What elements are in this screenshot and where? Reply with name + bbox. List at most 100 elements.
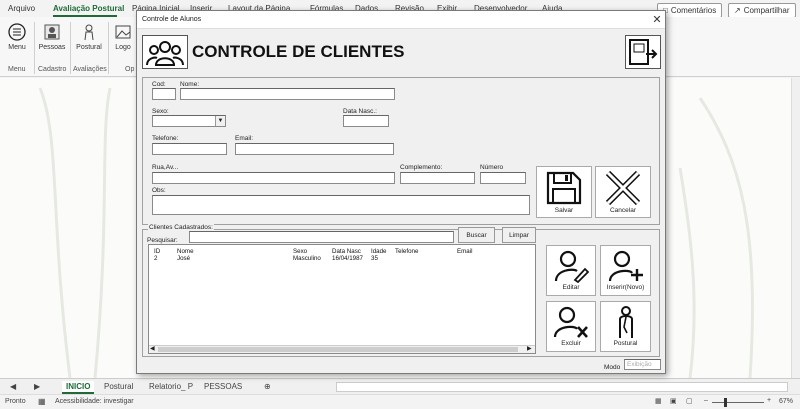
nome-field[interactable] — [180, 88, 395, 100]
cod-field[interactable] — [152, 88, 176, 100]
horizontal-scrollbar[interactable] — [336, 382, 788, 392]
col-header-data-nasc: Data Nasc — [332, 248, 361, 255]
telefone-label: Telefone: — [152, 135, 179, 142]
tab-avaliacao-postural[interactable]: Avaliação Postural — [53, 4, 124, 13]
editar-button[interactable]: Editar — [546, 245, 596, 296]
col-header-sexo: Sexo — [293, 248, 308, 255]
buscar-button[interactable]: Buscar — [458, 227, 495, 243]
complemento-label: Complemento: — [400, 164, 443, 171]
modo-field: Exibição — [624, 359, 661, 370]
accessibility-status[interactable]: Acessibilidade: investigar — [55, 398, 134, 405]
op-group-label: Op — [125, 66, 135, 73]
posture-icon — [79, 22, 99, 42]
menu-button[interactable]: Menu — [4, 22, 30, 64]
complemento-field[interactable] — [400, 172, 475, 184]
prev-sheet-icon[interactable]: ◀ — [6, 381, 20, 392]
ribbon-separator — [34, 22, 35, 74]
data-nasc-field[interactable] — [343, 115, 389, 127]
add-sheet-icon[interactable]: ⊕ — [260, 381, 275, 392]
clientes-frame-label: Clientes Cadastrados: — [148, 224, 214, 231]
postural-ribbon-button[interactable]: Postural — [74, 22, 104, 64]
obs-field[interactable] — [152, 195, 530, 215]
pessoas-button-label: Pessoas — [38, 44, 66, 51]
zoom-slider[interactable] — [712, 402, 764, 403]
next-sheet-icon[interactable]: ▶ — [30, 381, 44, 392]
salvar-label: Salvar — [554, 207, 574, 214]
tab-arquivo[interactable]: Arquivo — [8, 4, 35, 13]
table-row[interactable]: 2 José Masculino 16/04/1987 35 — [149, 255, 535, 263]
postural-ribbon-label: Postural — [76, 44, 102, 51]
sheet-tab-postural[interactable]: Postural — [100, 381, 137, 392]
data-nasc-label: Data Nasc.: — [343, 108, 377, 115]
normal-view-icon[interactable]: ▦ — [655, 397, 662, 405]
cell-id: 2 — [154, 255, 158, 262]
chevron-down-icon[interactable]: ▼ — [215, 116, 225, 126]
zoom-slider-thumb[interactable] — [724, 398, 727, 407]
status-ready: Pronto — [5, 398, 26, 405]
inserir-label: Inserir(Novo) — [606, 284, 645, 291]
email-field[interactable] — [235, 143, 394, 155]
col-header-idade: Idade — [371, 248, 387, 255]
salvar-button[interactable]: Salvar — [536, 166, 592, 218]
cell-idade: 35 — [371, 255, 378, 262]
zoom-level[interactable]: 67% — [779, 398, 793, 405]
ribbon-separator — [70, 22, 71, 74]
email-label: Email: — [235, 135, 254, 142]
modo-label: Modo — [604, 364, 621, 371]
cell-sexo: Masculino — [293, 255, 321, 262]
add-user-icon — [608, 250, 643, 282]
cell-data-nasc: 16/04/1987 — [332, 255, 363, 262]
remove-user-icon — [553, 306, 588, 338]
vertical-scrollbar[interactable] — [791, 78, 800, 378]
sheet-tab-bar: ◀ ▶ INICIO Postural Relatorio_ P PESSOAS… — [0, 378, 800, 394]
zoom-out-icon[interactable]: – — [704, 397, 708, 404]
numero-field[interactable] — [480, 172, 526, 184]
controle-alunos-dialog: Controle de Alunos ✕ CONTROLE DE CLIENTE… — [136, 10, 666, 374]
people-icon — [42, 22, 62, 42]
scroll-thumb[interactable] — [158, 347, 518, 352]
list-horizontal-scrollbar[interactable]: ◀ ▶ — [149, 345, 535, 353]
numero-label: Número — [480, 164, 504, 171]
obs-label: Obs: — [152, 187, 166, 194]
rua-label: Rua,Av... — [152, 164, 179, 171]
page-layout-icon[interactable]: ▣ — [670, 397, 677, 405]
sheet-tab-relatorio[interactable]: Relatorio_ P — [145, 381, 197, 392]
postural-label: Postural — [613, 340, 638, 347]
clients-list[interactable]: ID Nome Sexo Data Nasc Idade Telefone Em… — [148, 244, 536, 354]
logo-button-label: Logo — [115, 44, 131, 51]
sheet-icon: ▦ — [38, 397, 46, 406]
pessoas-button[interactable]: Pessoas — [37, 22, 67, 64]
rua-field[interactable] — [152, 172, 395, 184]
cadastro-group-label: Cadastro — [38, 66, 67, 73]
clients-logo-icon — [142, 35, 188, 69]
comments-button[interactable]: □ Comentários — [657, 3, 723, 18]
status-bar: Pronto ▦ Acessibilidade: investigar ▦ ▣ … — [0, 394, 800, 409]
logo-button[interactable]: Logo — [112, 22, 134, 64]
postural-button[interactable]: Postural — [600, 301, 651, 352]
col-header-telefone: Telefone — [395, 248, 419, 255]
page-title: CONTROLE DE CLIENTES — [192, 42, 405, 61]
sheet-tab-inicio[interactable]: INICIO — [62, 381, 95, 394]
telefone-field[interactable] — [152, 143, 227, 155]
exit-door-icon[interactable] — [625, 35, 661, 69]
menu-group-label: Menu — [8, 66, 26, 73]
cod-label: Cod: — [152, 81, 166, 88]
close-icon[interactable]: ✕ — [651, 13, 663, 26]
menu-button-label: Menu — [8, 44, 26, 51]
share-button[interactable]: ↗ Compartilhar — [728, 3, 796, 18]
excluir-button[interactable]: Excluir — [546, 301, 596, 352]
scroll-right-icon[interactable]: ▶ — [527, 345, 532, 352]
col-header-email: Email — [457, 248, 473, 255]
cancelar-button[interactable]: Cancelar — [595, 166, 651, 218]
page-break-icon[interactable]: ▢ — [686, 397, 693, 405]
search-input[interactable] — [189, 231, 454, 243]
cancel-x-icon — [605, 170, 641, 206]
sexo-label: Sexo: — [152, 108, 169, 115]
dialog-title-bar: Controle de Alunos ✕ — [137, 11, 665, 29]
zoom-in-icon[interactable]: + — [767, 397, 771, 404]
scroll-left-icon[interactable]: ◀ — [150, 345, 155, 352]
limpar-button[interactable]: Limpar — [502, 227, 536, 243]
sheet-tab-pessoas[interactable]: PESSOAS — [200, 381, 246, 392]
sexo-select[interactable]: ▼ — [152, 115, 226, 127]
inserir-button[interactable]: Inserir(Novo) — [600, 245, 651, 296]
